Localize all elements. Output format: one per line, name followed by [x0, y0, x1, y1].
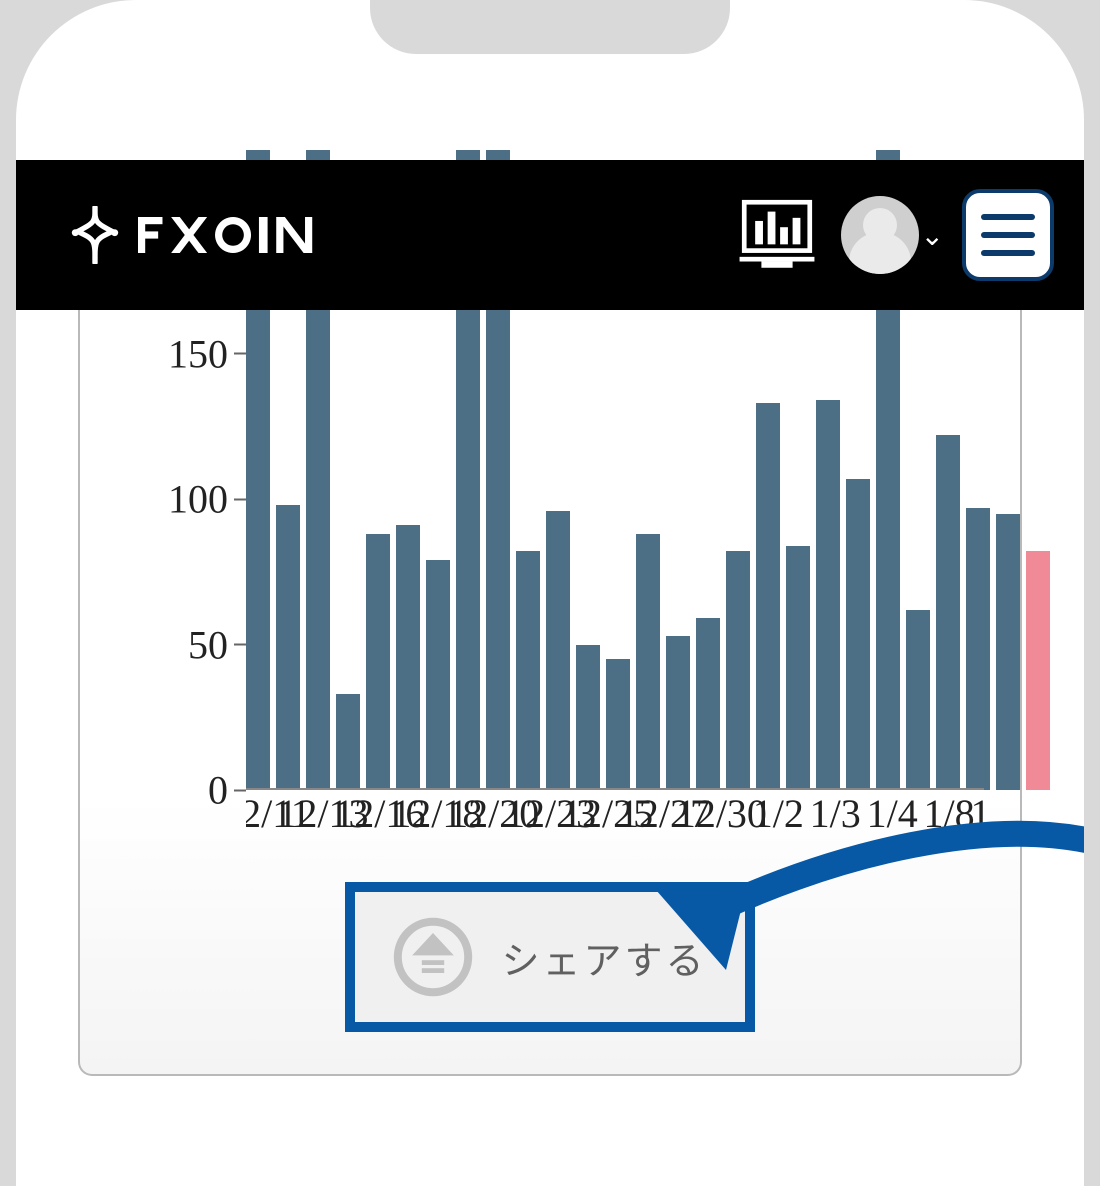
bar [546, 511, 570, 790]
chart-card: 050100150 12/1112/1312/1612/1812/2012/23… [78, 310, 1022, 1076]
x-tick-label: 1/2 [753, 790, 804, 837]
x-tick-label: 1/10 [970, 790, 984, 837]
phone-frame: ⌄ 050100150 12/1112/1312/1612/1812/2012/… [16, 0, 1084, 1186]
x-tick-label: 1/3 [810, 790, 861, 837]
bar [906, 610, 930, 790]
chevron-down-icon: ⌄ [921, 219, 944, 252]
brand-mark-icon [66, 206, 124, 264]
bar [606, 659, 630, 790]
bar [336, 694, 360, 790]
x-tick-label: 1/4 [867, 790, 918, 837]
bar [966, 508, 990, 790]
notch [370, 0, 730, 54]
bar-highlight [1026, 551, 1050, 790]
bar [636, 534, 660, 790]
brand-name [138, 217, 325, 253]
bar [996, 514, 1020, 790]
y-tick: 100 [168, 476, 246, 523]
account-menu[interactable]: ⌄ [841, 196, 944, 274]
bar [426, 560, 450, 790]
bar [396, 525, 420, 790]
bar [726, 551, 750, 790]
hamburger-menu-button[interactable] [962, 189, 1054, 281]
y-tick: 50 [188, 621, 246, 668]
bar [276, 505, 300, 790]
bar [786, 546, 810, 790]
brand-logo[interactable] [66, 206, 325, 264]
bar [936, 435, 960, 790]
bar [696, 618, 720, 790]
bar [666, 636, 690, 790]
y-tick: 150 [168, 330, 246, 377]
bar [846, 479, 870, 790]
bar [576, 645, 600, 790]
bar [756, 403, 780, 790]
bar [366, 534, 390, 790]
y-tick: 0 [208, 767, 246, 814]
bar [816, 400, 840, 790]
bar [516, 551, 540, 790]
share-button-label: シェアする [501, 930, 706, 985]
avatar-icon [841, 196, 919, 274]
share-upload-icon [393, 917, 473, 997]
analytics-button[interactable] [731, 189, 823, 281]
app-header: ⌄ [16, 160, 1084, 310]
share-button[interactable]: シェアする [345, 882, 755, 1032]
bar-chart: 050100150 12/1112/1312/1612/1812/2012/23… [116, 310, 984, 840]
x-tick-label: 1/8 [924, 790, 975, 837]
